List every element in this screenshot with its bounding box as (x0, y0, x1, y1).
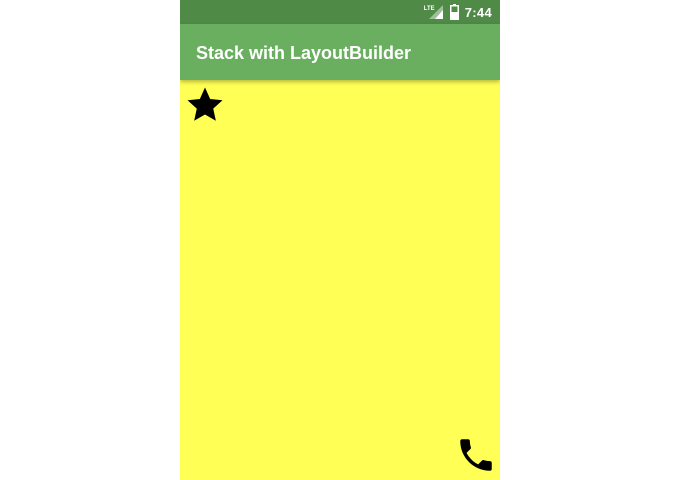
status-icons: LTE 7:44 (424, 0, 492, 24)
signal-icon: LTE (424, 4, 444, 20)
stack-container (180, 80, 500, 480)
phone-screen: LTE 7:44 Stack with LayoutBuilder (180, 0, 500, 480)
app-bar-title: Stack with LayoutBuilder (196, 43, 412, 63)
star-icon (187, 87, 223, 121)
status-time: 7:44 (464, 4, 492, 20)
battery-icon (449, 4, 459, 20)
status-bar: LTE 7:44 (180, 0, 500, 24)
app-bar: Stack with LayoutBuilder (180, 24, 500, 80)
phone-icon (460, 439, 492, 471)
